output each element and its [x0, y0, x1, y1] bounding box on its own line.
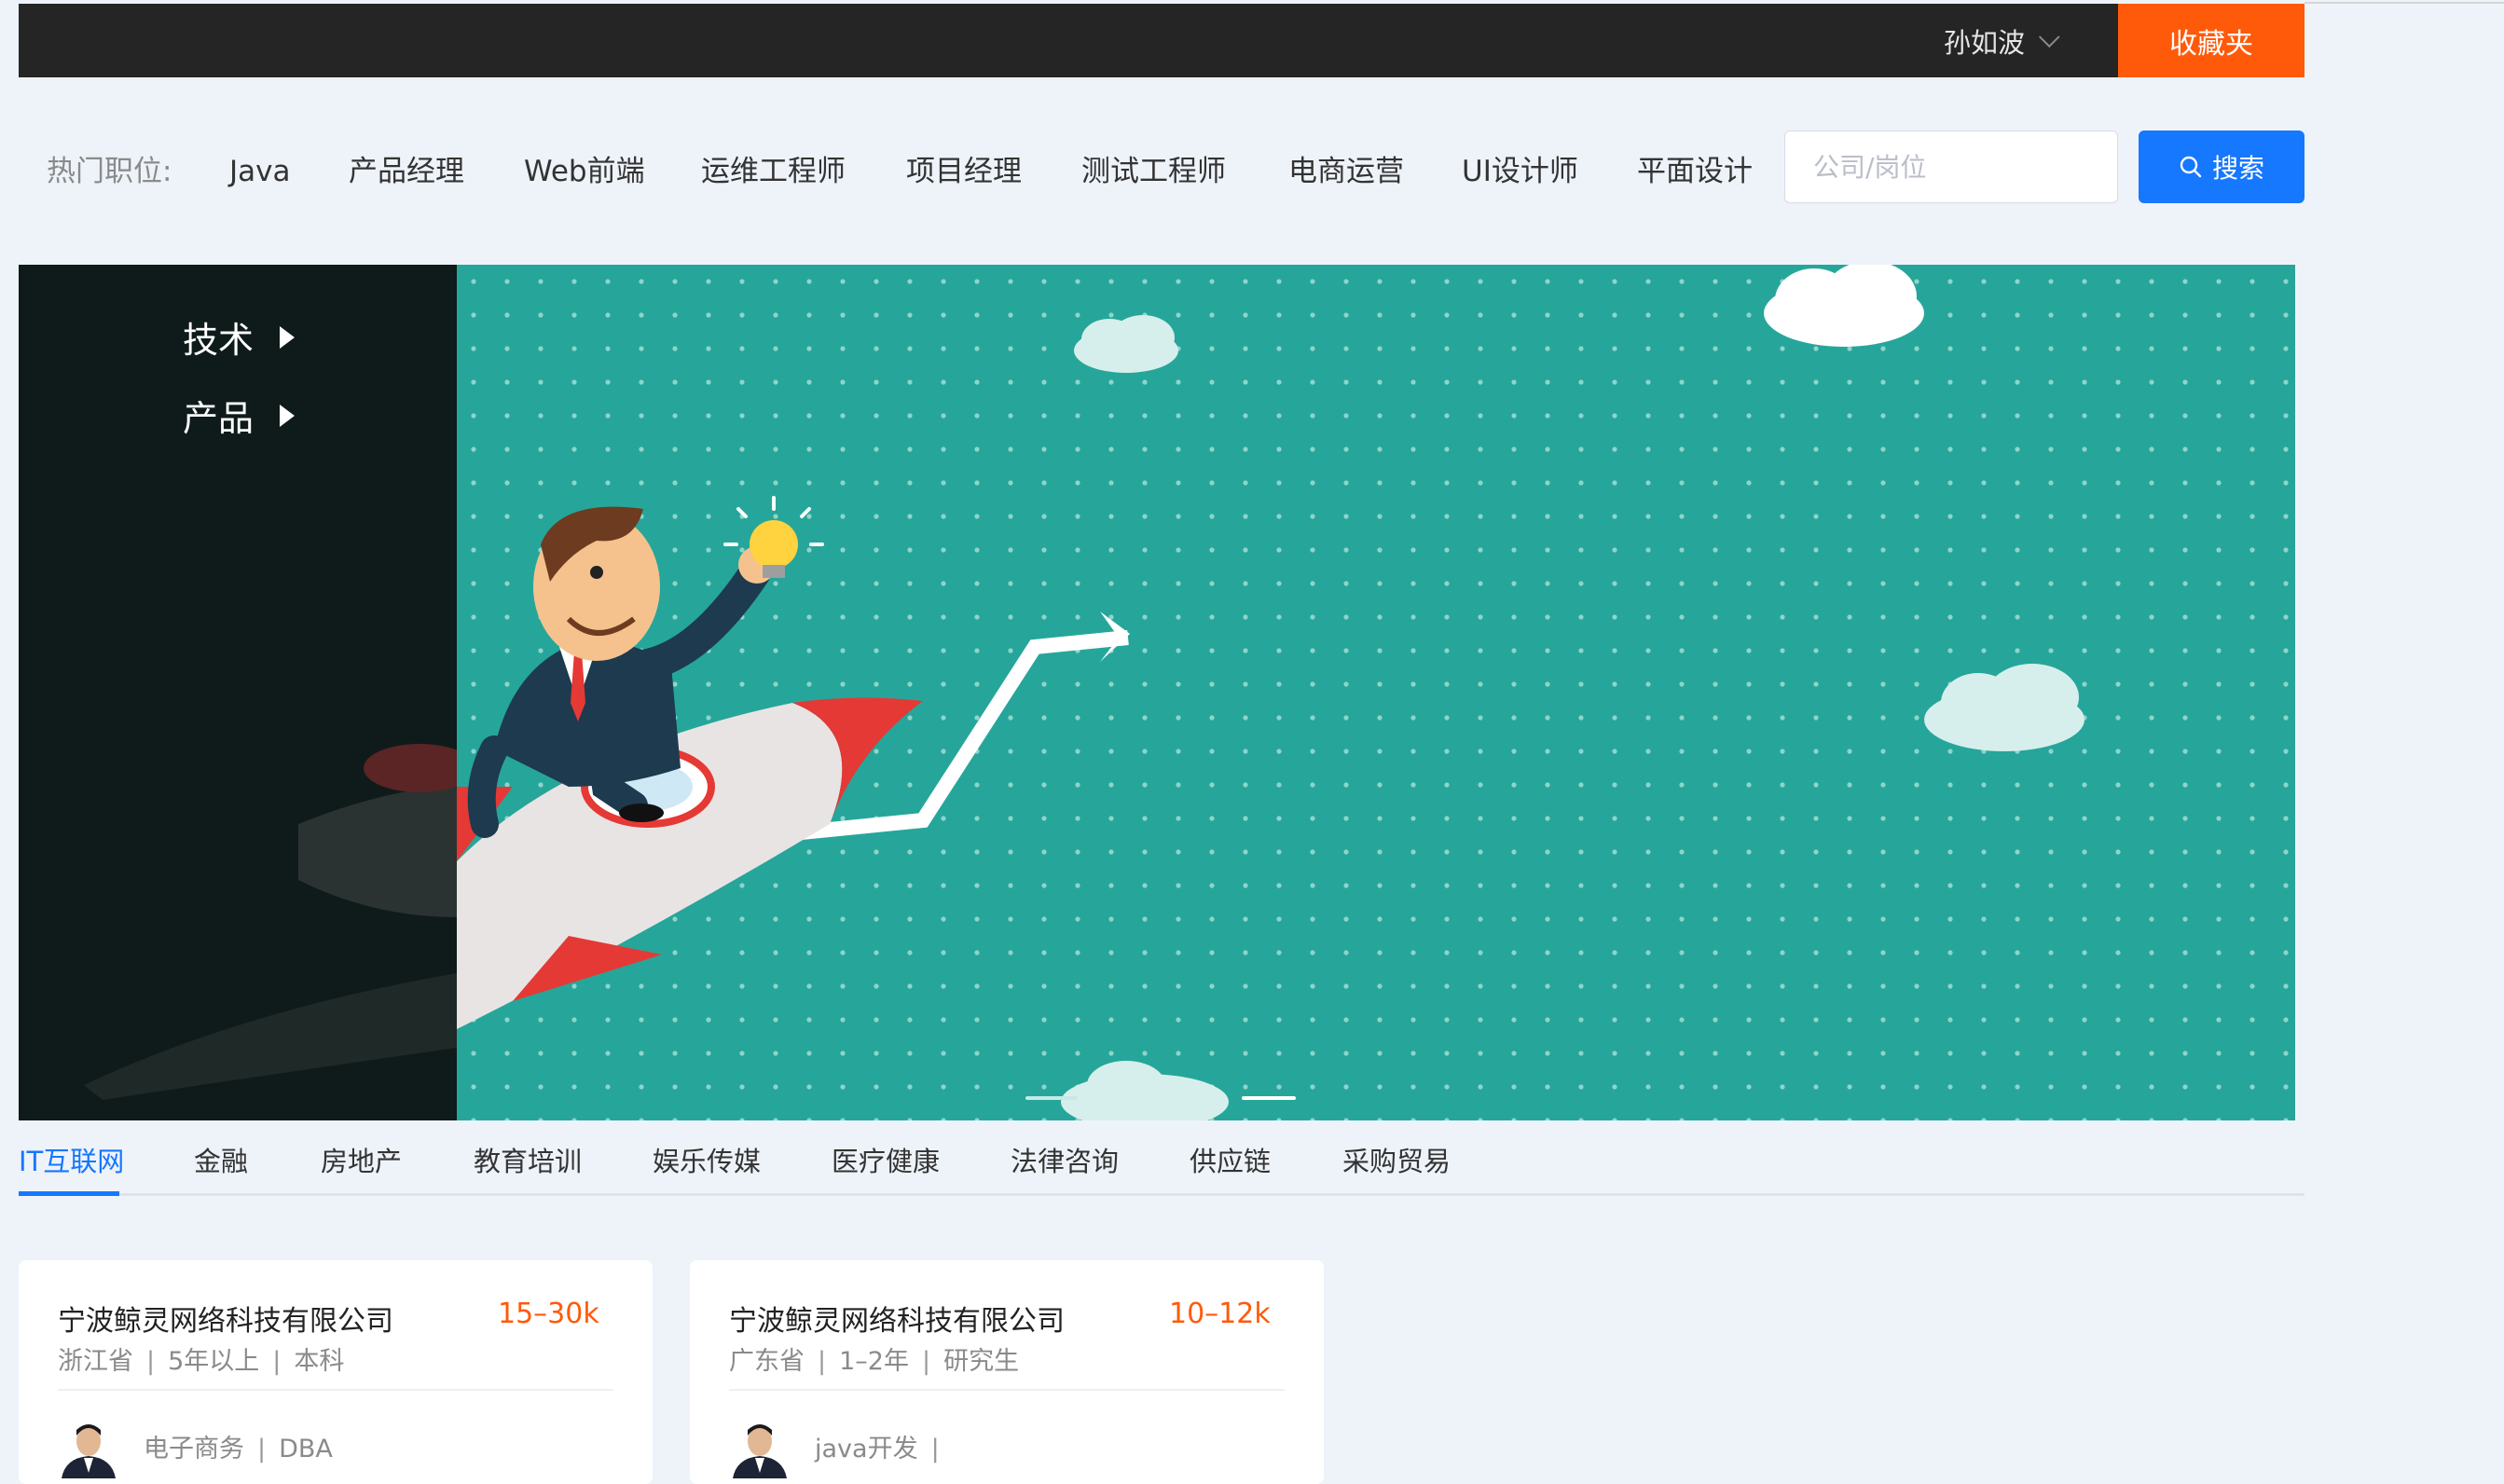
- tab-healthcare[interactable]: 医疗健康: [832, 1143, 940, 1180]
- active-tab-underline: [19, 1191, 119, 1196]
- tab-it-internet[interactable]: IT互联网: [19, 1143, 124, 1180]
- tab-finance[interactable]: 金融: [194, 1143, 248, 1180]
- tab-supply-chain[interactable]: 供应链: [1190, 1143, 1271, 1180]
- top-bar: 孙如波 收藏夹: [19, 4, 2305, 77]
- avatar: [729, 1417, 791, 1478]
- tag: DBA: [279, 1435, 333, 1463]
- separator: |: [921, 1347, 931, 1376]
- education: 本科: [294, 1347, 345, 1376]
- caret-right-icon: [280, 404, 296, 427]
- hot-position-java[interactable]: Java: [229, 153, 290, 190]
- tab-real-estate[interactable]: 房地产: [321, 1143, 402, 1180]
- tab-entertainment[interactable]: 娱乐传媒: [653, 1143, 761, 1180]
- banner-carousel: 技术 产品: [19, 265, 2295, 1120]
- category-panel: 技术 产品: [19, 265, 457, 1120]
- user-menu[interactable]: 孙如波: [1943, 4, 2060, 77]
- category-product-label: 产品: [183, 398, 255, 439]
- favorites-button[interactable]: 收藏夹: [2118, 4, 2305, 77]
- job-card[interactable]: 宁波鲸灵网络科技有限公司 15–30k 浙江省 | 5年以上 | 本科 电子商务 | DBA: [19, 1260, 653, 1484]
- hot-position-project-manager[interactable]: 项目经理: [906, 153, 1022, 190]
- separator: |: [146, 1347, 156, 1376]
- avatar: [58, 1417, 119, 1478]
- tab-procurement-trade[interactable]: 采购贸易: [1342, 1143, 1451, 1180]
- separator: |: [257, 1435, 267, 1463]
- company-name: 宁波鲸灵网络科技有限公司: [58, 1305, 393, 1338]
- user-name: 孙如波: [1943, 26, 2025, 59]
- chevron-down-icon: [2038, 25, 2060, 48]
- category-tech[interactable]: 技术: [183, 311, 296, 363]
- hot-position-graphic-design[interactable]: 平面设计: [1637, 153, 1753, 190]
- hot-position-web-frontend[interactable]: Web前端: [524, 153, 645, 190]
- salary: 10–12k: [1169, 1298, 1271, 1330]
- hot-position-ecommerce-ops[interactable]: 电商运营: [1288, 153, 1404, 190]
- carousel-indicator-2[interactable]: [1242, 1096, 1296, 1100]
- separator: |: [818, 1347, 827, 1376]
- category-tech-label: 技术: [183, 320, 255, 361]
- search-icon: [2180, 156, 2202, 178]
- caret-right-icon: [280, 325, 296, 349]
- search-button-label: 搜索: [2211, 153, 2264, 184]
- location: 广东省: [729, 1347, 805, 1376]
- job-tags: 电子商务 | DBA: [144, 1428, 333, 1464]
- job-tags: java开发 |: [815, 1428, 953, 1464]
- experience: 1–2年: [839, 1347, 909, 1376]
- job-meta: 浙江省 | 5年以上 | 本科: [58, 1340, 344, 1377]
- banner-image-rocket[interactable]: [457, 265, 2295, 1120]
- job-card[interactable]: 宁波鲸灵网络科技有限公司 10–12k 广东省 | 1–2年 | 研究生 java开发 |: [690, 1260, 1324, 1484]
- hot-position-ops-engineer[interactable]: 运维工程师: [701, 153, 846, 190]
- separator: |: [930, 1435, 940, 1463]
- experience: 5年以上: [168, 1347, 260, 1376]
- tab-legal[interactable]: 法律咨询: [1011, 1143, 1119, 1180]
- category-product[interactable]: 产品: [183, 390, 296, 441]
- separator: |: [272, 1347, 282, 1376]
- search-button[interactable]: 搜索: [2139, 131, 2305, 203]
- hot-positions-label: 热门职位:: [47, 155, 172, 188]
- window-edge-line: [2305, 2, 2504, 4]
- tag: 电子商务: [144, 1435, 244, 1463]
- hot-position-product-manager[interactable]: 产品经理: [349, 153, 464, 190]
- education: 研究生: [943, 1347, 1020, 1376]
- favorites-label: 收藏夹: [2169, 27, 2253, 61]
- carousel-indicator-1[interactable]: [1025, 1096, 1078, 1100]
- card-divider: [58, 1389, 613, 1391]
- salary: 15–30k: [498, 1298, 599, 1330]
- job-meta: 广东省 | 1–2年 | 研究生: [729, 1340, 1019, 1377]
- tag: java开发: [815, 1435, 918, 1463]
- search-input[interactable]: [1784, 131, 2118, 203]
- tab-education[interactable]: 教育培训: [474, 1143, 582, 1180]
- company-name: 宁波鲸灵网络科技有限公司: [729, 1305, 1065, 1338]
- tabs-divider: [19, 1193, 2305, 1196]
- hot-position-ui-designer[interactable]: UI设计师: [1462, 153, 1578, 190]
- card-divider: [729, 1389, 1285, 1391]
- hot-position-test-engineer[interactable]: 测试工程师: [1081, 153, 1226, 190]
- location: 浙江省: [58, 1347, 133, 1376]
